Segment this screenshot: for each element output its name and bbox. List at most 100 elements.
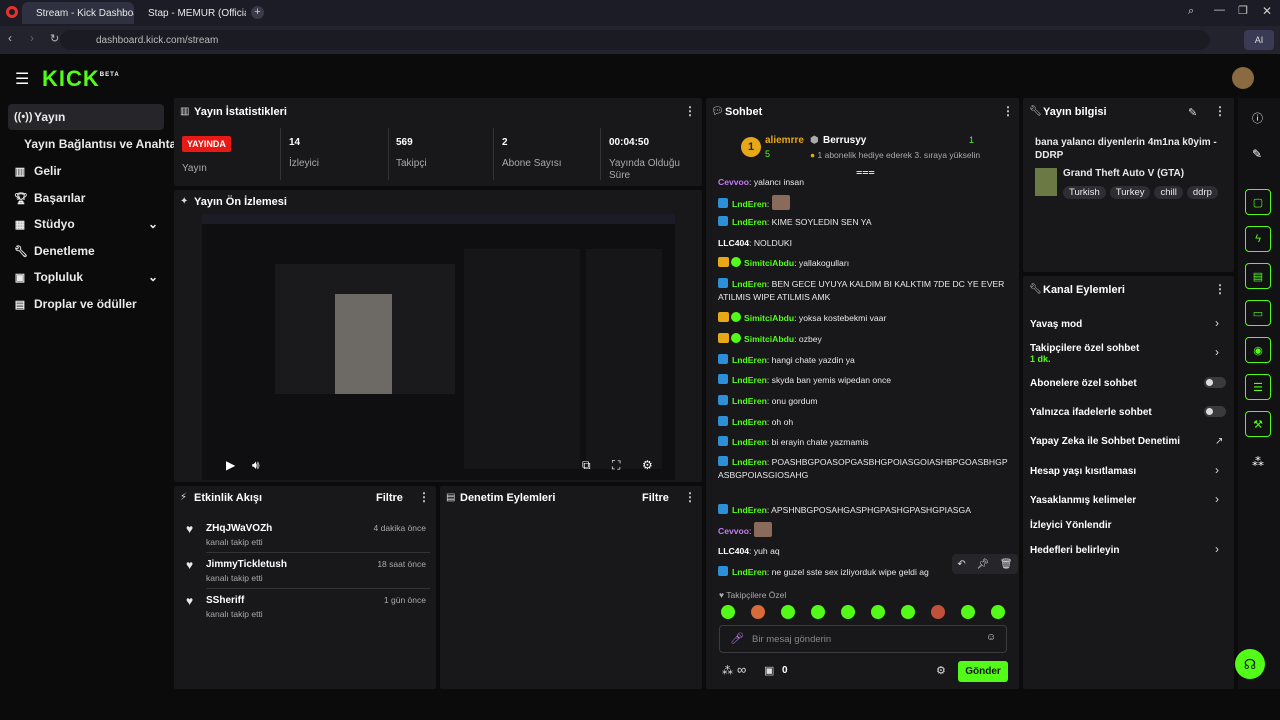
chat-username[interactable]: SimitciAbdu <box>744 334 794 344</box>
chat-username[interactable]: LndEren <box>732 396 767 406</box>
activity-menu-icon[interactable]: ⋮ <box>418 490 430 504</box>
pip-icon[interactable]: ⧉ <box>582 458 591 473</box>
tag[interactable]: chill <box>1154 186 1183 199</box>
gifter-name[interactable]: Berrusyy <box>823 135 866 146</box>
activity-user[interactable]: ZHqJWaVOZh <box>206 523 272 534</box>
tag[interactable]: Turkish <box>1063 186 1106 199</box>
points-icon[interactable]: ⁂ <box>722 664 733 677</box>
fullscreen-icon[interactable]: ⛶ <box>612 458 620 473</box>
chat-message[interactable]: LndEren: skyda ban yemis wipedan once <box>718 374 1008 387</box>
host-action[interactable]: İzleyici Yönlendir <box>1030 520 1230 531</box>
edit-icon[interactable]: ✎ <box>1188 106 1197 119</box>
emote-icon[interactable] <box>991 605 1005 619</box>
emote-icon[interactable] <box>721 605 735 619</box>
activity-user[interactable]: SSheriff <box>206 595 244 606</box>
emote-icon[interactable] <box>781 605 795 619</box>
chat-username[interactable]: LndEren <box>732 505 767 515</box>
emote-icon[interactable] <box>841 605 855 619</box>
stats-menu-icon[interactable]: ⋮ <box>684 104 696 118</box>
gift-box-icon[interactable]: ▣ <box>764 664 774 677</box>
slow-mode-action[interactable]: Yavaş mod <box>1030 319 1230 330</box>
chat-message[interactable]: SimitciAbdu: yoksa kostebekmi vaar <box>718 312 1008 325</box>
moderation-menu-icon[interactable]: ⋮ <box>684 490 696 504</box>
followers-only-action[interactable]: Takipçilere özel sohbet <box>1030 343 1230 354</box>
sidebar-item-yayin[interactable]: ((•)) Yayın <box>8 104 164 130</box>
chat-username[interactable]: LLC404 <box>718 546 749 556</box>
chat-message[interactable]: LndEren: onu gordum <box>718 395 1008 408</box>
chat-message[interactable]: LndEren: BEN GECE UYUYA KALDIM BI KALKTI… <box>718 278 1008 304</box>
info-icon[interactable]: ⓘ <box>1252 110 1263 126</box>
emote-icon[interactable] <box>811 605 825 619</box>
emote-icon[interactable] <box>901 605 915 619</box>
sidebar-item-denetleme[interactable]: 🔧︎ Denetleme <box>8 238 164 264</box>
pin-icon[interactable]: 📌︎ <box>976 559 989 570</box>
reply-icon[interactable]: ↶ <box>957 559 965 570</box>
sidebar-item-stream-key[interactable]: Yayın Bağlantısı ve Anahtarı <box>18 131 184 157</box>
apps-icon[interactable]: ⁂ <box>1252 455 1264 469</box>
sidebar-item-topluluk[interactable]: ▣ Topluluk ⌄ <box>8 264 164 290</box>
close-window-icon[interactable]: ✕ <box>1262 4 1272 18</box>
ai-button[interactable]: AI <box>1244 30 1274 50</box>
screen-icon[interactable]: ▢ <box>1245 189 1271 215</box>
chat-message[interactable]: LndEren: hangi chate yazdin ya <box>718 354 1008 367</box>
chat-username[interactable]: Cevvoo <box>718 177 749 187</box>
tab-kick-dashboard[interactable]: Stream - Kick Dashboard <box>22 2 134 24</box>
url-input[interactable]: dashboard.kick.com/stream <box>60 30 1210 50</box>
chat-message[interactable]: LLC404: NOLDUKI <box>718 237 1008 250</box>
message-icon[interactable]: ▭ <box>1245 300 1271 326</box>
preview-video[interactable]: ▶ 🔊︎ ⧉ ⛶ ⚙ <box>202 214 675 480</box>
chat-message[interactable]: LndEren: oh oh <box>718 416 1008 429</box>
layers-icon[interactable]: ☰ <box>1245 374 1271 400</box>
settings-icon[interactable]: ⚙ <box>642 458 653 472</box>
kick-logo[interactable]: KICKBETA <box>42 66 120 92</box>
goals-action[interactable]: Hedefleri belirleyin <box>1030 545 1230 556</box>
top-gifter-name[interactable]: aliemrre <box>765 135 804 146</box>
minimize-icon[interactable]: — <box>1214 4 1225 16</box>
account-age-action[interactable]: Hesap yaşı kısıtlaması <box>1030 466 1230 477</box>
chat-message[interactable]: SimitciAbdu: ozbey <box>718 333 1008 346</box>
chat-message[interactable]: LndEren: APSHNBGPOSAHGASPHGPASHGPASHGPIA… <box>718 504 1008 517</box>
sidebar-item-gelir[interactable]: ▥ Gelir <box>8 158 164 184</box>
maximize-icon[interactable]: ❐ <box>1238 4 1248 17</box>
emote-icon[interactable] <box>931 605 945 619</box>
emotes-only-toggle[interactable] <box>1204 406 1226 417</box>
chat-message[interactable]: Cevvoo: <box>718 522 1008 538</box>
chat-username[interactable]: LndEren <box>732 567 767 577</box>
chat-username[interactable]: SimitciAbdu <box>744 313 794 323</box>
chat-username[interactable]: LndEren <box>732 355 767 365</box>
chat-username[interactable]: LndEren <box>732 417 767 427</box>
sidebar-item-studyo[interactable]: ▦ Stüdyo ⌄ <box>8 211 164 237</box>
emote-icon[interactable] <box>751 605 765 619</box>
microphone-icon[interactable]: 🎤︎ <box>730 632 744 645</box>
sidebar-item-basarilar[interactable]: 🏆︎ Başarılar <box>8 185 164 211</box>
activity-user[interactable]: JimmyTickletush <box>206 559 287 570</box>
chat-menu-icon[interactable]: ⋮ <box>1002 104 1014 118</box>
chat-message[interactable]: LndEren: KIME SOYLEDIN SEN YA <box>718 216 1008 229</box>
chat-message[interactable]: LndEren: POASHBGPOASOPGASBHGPOIASGOIASHB… <box>718 456 1008 482</box>
new-tab-icon[interactable]: + <box>251 6 264 19</box>
notes-icon[interactable]: ▤ <box>1245 263 1271 289</box>
chat-settings-icon[interactable]: ⚙ <box>936 664 946 677</box>
subscribers-only-toggle[interactable] <box>1204 377 1226 388</box>
search-tabs-icon[interactable]: ⌕ <box>1188 5 1194 18</box>
tools-icon[interactable]: ⚒ <box>1245 411 1271 437</box>
reload-icon[interactable]: ↻ <box>50 32 59 45</box>
info-menu-icon[interactable]: ⋮ <box>1214 104 1226 118</box>
channel-actions-menu-icon[interactable]: ⋮ <box>1214 282 1226 296</box>
chat-username[interactable]: LLC404 <box>718 238 749 248</box>
chat-username[interactable]: LndEren <box>732 279 767 289</box>
chat-message[interactable]: Cevvoo: yalancı insan <box>718 176 1008 189</box>
chat-username[interactable]: LndEren <box>732 437 767 447</box>
chat-message[interactable]: LndEren: bi erayin chate yazmamis <box>718 436 1008 449</box>
moderation-filter-button[interactable]: Filtre <box>642 492 669 504</box>
tab-youtube[interactable]: Stap - MEMUR (Officia <box>134 2 246 24</box>
banned-words-action[interactable]: Yasaklanmış kelimeler <box>1030 495 1230 506</box>
tag[interactable]: Turkey <box>1109 186 1151 199</box>
avatar[interactable] <box>1232 67 1254 89</box>
broadcast-icon[interactable]: ◉ <box>1245 337 1271 363</box>
chat-username[interactable]: LndEren <box>732 217 767 227</box>
chat-message[interactable]: SimitciAbdu: yallakogulları <box>718 257 1008 270</box>
send-button[interactable]: Gönder <box>958 661 1008 682</box>
pencil-icon[interactable]: ✎ <box>1252 147 1262 161</box>
forward-icon[interactable]: › <box>30 31 34 45</box>
